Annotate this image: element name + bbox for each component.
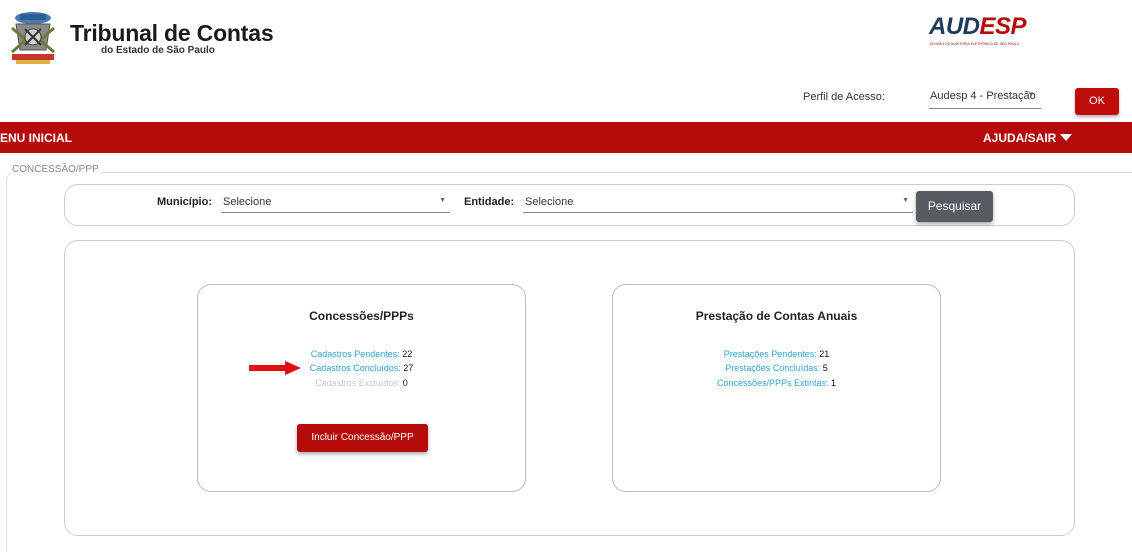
audesp-wordmark: AUDESP bbox=[929, 13, 1027, 40]
entidade-select-value: Selecione bbox=[525, 196, 574, 208]
pesquisar-button[interactable]: Pesquisar bbox=[916, 191, 993, 222]
perfil-select[interactable]: Audesp 4 - Prestação ▼ bbox=[929, 87, 1041, 109]
incluir-concessao-button[interactable]: Incluir Concessão/PPP bbox=[297, 424, 428, 452]
concessoes-extintas-count: 1 bbox=[831, 378, 837, 388]
card-title: Prestação de Contas Anuais bbox=[695, 309, 858, 323]
header: Tribunal de Contas do Estado de São Paul… bbox=[0, 0, 1132, 80]
caret-down-icon bbox=[1060, 134, 1073, 141]
caret-down-icon: ▼ bbox=[1027, 90, 1035, 99]
section-title: CONCESSÃO/PPP bbox=[10, 164, 101, 175]
prestacoes-pendentes-row: Prestações Pendentes: 21 bbox=[613, 349, 940, 359]
brand-subtitle: do Estado de São Paulo bbox=[101, 45, 215, 56]
concessoes-extintas-link[interactable]: Concessões/PPPs Extintas: bbox=[717, 378, 829, 388]
ajuda-sair-menu[interactable]: AJUDA/SAIR bbox=[983, 131, 1073, 145]
prestacoes-pendentes-count: 21 bbox=[819, 349, 830, 359]
cadastros-pendentes-link[interactable]: Cadastros Pendentes: bbox=[311, 349, 400, 359]
caret-down-icon: ▼ bbox=[902, 197, 909, 204]
prestacoes-concluidas-count: 5 bbox=[822, 363, 828, 373]
prestacao-card: Prestação de Contas Anuais Prestações Pe… bbox=[612, 284, 941, 492]
prestacoes-concluidas-row: Prestações Concluídas: 5 bbox=[613, 363, 940, 373]
entidade-label: Entidade: bbox=[464, 196, 515, 208]
perfil-label: Perfil de Acesso: bbox=[803, 91, 885, 103]
audesp-logo: AUDESP DIVISÃO DE AUDITORIA ELETRÔNICA D… bbox=[929, 13, 1039, 53]
cadastros-pendentes-count: 22 bbox=[402, 349, 413, 359]
concessoes-extintas-row: Concessões/PPPs Extintas: 1 bbox=[613, 378, 940, 388]
cadastros-excluidos-label: Cadastros Excluídos: bbox=[315, 378, 401, 388]
prestacoes-concluidas-link[interactable]: Prestações Concluídas: bbox=[725, 363, 820, 373]
cadastros-excluidos-count: 0 bbox=[402, 378, 408, 388]
cadastros-concluidos-row: Cadastros Concluídos: 27 bbox=[198, 363, 525, 373]
main-navbar: ENU INICIAL AJUDA/SAIR bbox=[0, 122, 1132, 153]
municipio-label: Município: bbox=[157, 196, 212, 208]
perfil-select-value: Audesp 4 - Prestação bbox=[930, 90, 1036, 102]
municipio-select[interactable]: Selecione ▼ bbox=[221, 191, 450, 213]
prestacoes-pendentes-link[interactable]: Prestações Pendentes: bbox=[724, 349, 817, 359]
coat-of-arms-icon bbox=[11, 12, 55, 64]
cadastros-concluidos-link[interactable]: Cadastros Concluídos: bbox=[310, 363, 401, 373]
card-title: Concessões/PPPs bbox=[309, 309, 414, 323]
caret-down-icon: ▼ bbox=[439, 197, 446, 204]
red-arrow-icon bbox=[249, 361, 301, 375]
cadastros-concluidos-count: 27 bbox=[403, 363, 414, 373]
cadastros-pendentes-row: Cadastros Pendentes: 22 bbox=[198, 349, 525, 359]
ok-button[interactable]: OK bbox=[1075, 88, 1119, 115]
audesp-tagline: DIVISÃO DE AUDITORIA ELETRÔNICA DE SÃO P… bbox=[930, 42, 1020, 46]
brand-title: Tribunal de Contas bbox=[70, 20, 274, 46]
concessoes-card: Concessões/PPPs Cadastros Pendentes: 22 … bbox=[197, 284, 526, 492]
municipio-select-value: Selecione bbox=[223, 196, 272, 208]
entidade-select[interactable]: Selecione ▼ bbox=[523, 191, 913, 213]
cadastros-excluidos-row: Cadastros Excluídos: 0 bbox=[198, 378, 525, 388]
ajuda-sair-label: AJUDA/SAIR bbox=[983, 131, 1057, 145]
menu-inicial-link[interactable]: ENU INICIAL bbox=[0, 131, 72, 145]
